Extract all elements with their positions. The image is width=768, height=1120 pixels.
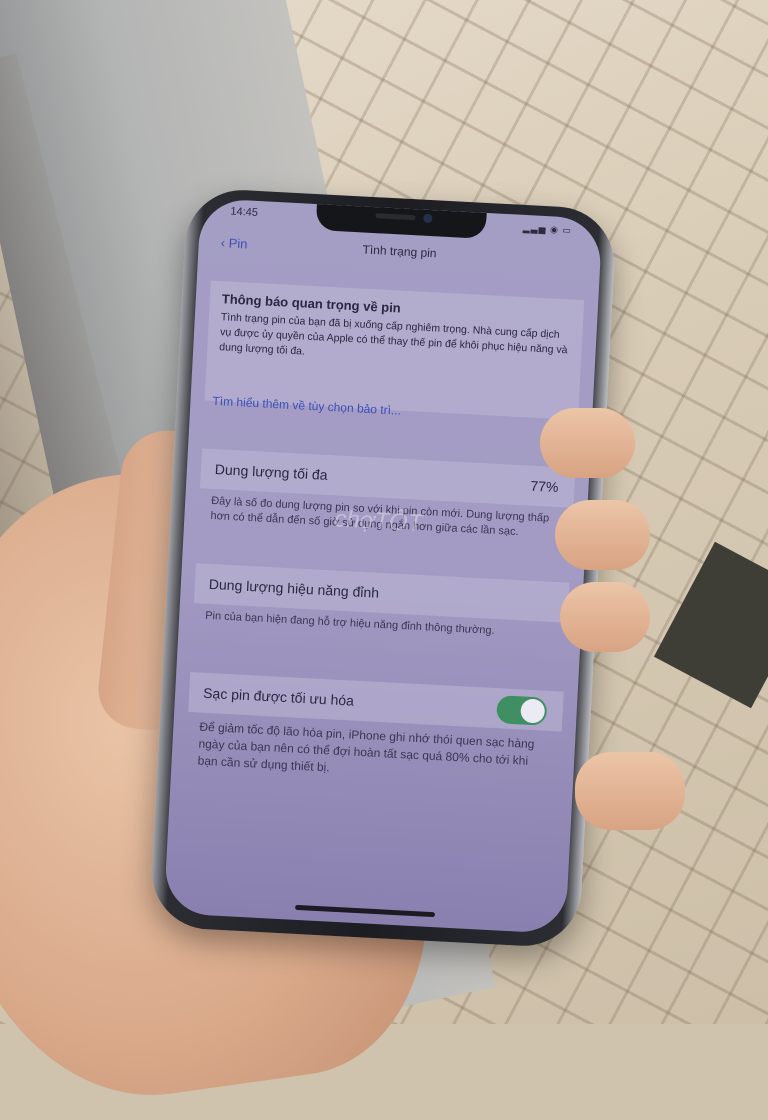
home-indicator[interactable] — [294, 904, 436, 918]
earpiece-speaker — [375, 213, 416, 221]
capacity-value: 77% — [530, 477, 559, 496]
phone-screen: 14:45 ▂▃▅ ◉ ▭ ‹ Pin Tình trạng pin Thông… — [163, 197, 603, 935]
hand-finger-ring — [560, 582, 650, 652]
hand-finger-middle — [555, 500, 650, 570]
page-title: Tình trạng pin — [362, 242, 437, 261]
iphone-device: 14:45 ▂▃▅ ◉ ▭ ‹ Pin Tình trạng pin Thông… — [148, 187, 618, 949]
navigation-bar: ‹ Pin Tình trạng pin — [198, 234, 601, 281]
front-camera — [423, 213, 433, 224]
notch — [315, 204, 487, 239]
watermark-logo: chợTỐT — [333, 505, 423, 537]
performance-label: Dung lượng hiệu năng đỉnh — [208, 575, 380, 601]
status-signal-wifi-battery-icon: ▂▃▅ ◉ ▭ — [522, 222, 573, 236]
optimized-charging-description: Để giảm tốc độ lão hóa pin, iPhone ghi n… — [197, 719, 535, 775]
capacity-label: Dung lượng tối đa — [214, 461, 328, 483]
hand-finger-index — [540, 408, 635, 478]
hand-finger-pinky — [575, 752, 685, 830]
optimized-charging-toggle[interactable] — [496, 695, 548, 726]
optimized-charging-label: Sạc pin được tối ưu hóa — [202, 684, 355, 709]
status-time: 14:45 — [230, 205, 259, 219]
toggle-knob — [520, 698, 546, 724]
